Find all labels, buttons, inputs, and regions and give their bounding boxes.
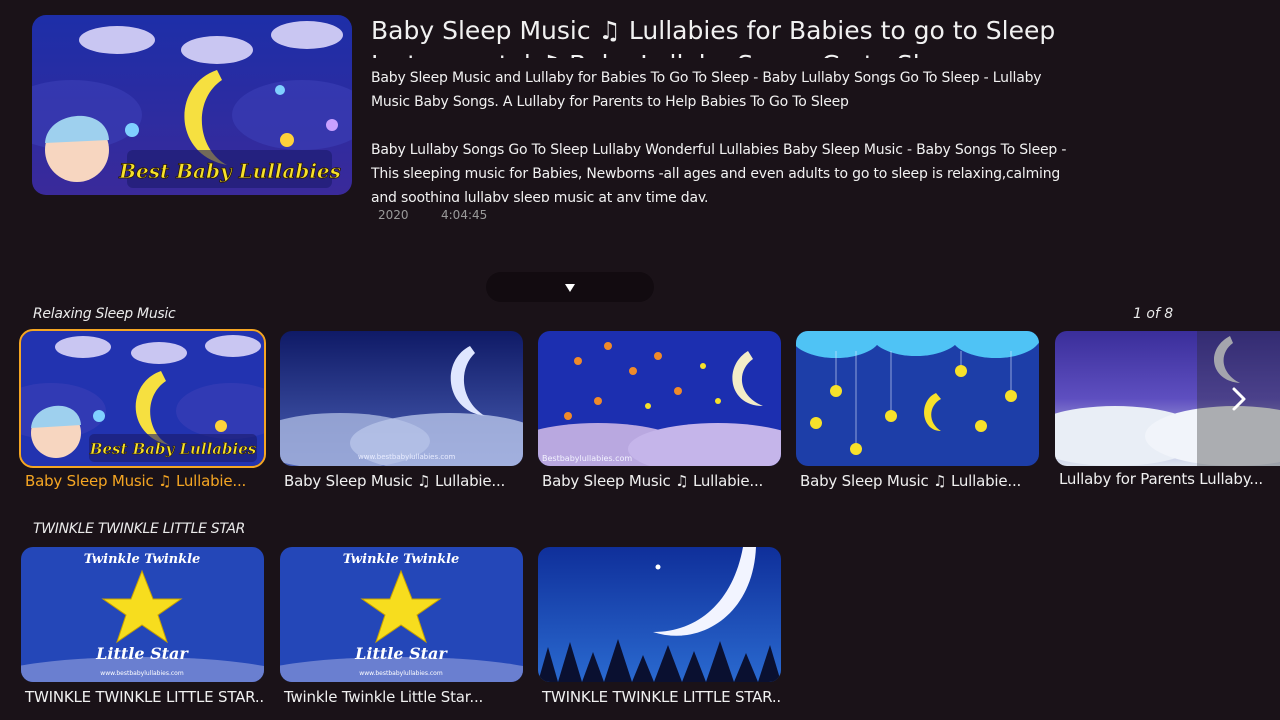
video-title: Twinkle Twinkle Little Star... <box>284 688 484 706</box>
video-card[interactable]: Baby Sleep Music ♫ Lullabie... <box>796 331 1039 490</box>
video-title: Baby Sleep Music ♫ Lullabie... <box>542 472 764 490</box>
hero-year: 2020 <box>378 208 409 222</box>
video-card[interactable]: Twinkle Twinkle Little Star www.bestbaby… <box>21 547 264 706</box>
hero-thumbnail[interactable]: Best Baby Lullabies <box>32 15 352 195</box>
thumb-title-bottom: Little Star <box>95 644 189 663</box>
thumb-watermark: www.bestbabylullabies.com <box>358 453 455 461</box>
thumb-title-top: Twinkle Twinkle <box>343 552 460 567</box>
video-title: Lullaby for Parents Lullaby... <box>1059 470 1263 488</box>
video-thumbnail: Twinkle Twinkle Little Star www.bestbaby… <box>21 547 264 682</box>
thumb-title-top: Twinkle Twinkle <box>84 552 201 567</box>
hero-description: Baby Sleep Music and Lullaby for Babies … <box>371 70 1067 202</box>
video-title: Baby Sleep Music ♫ Lullabie... <box>25 472 247 490</box>
thumb-title-bottom: Little Star <box>354 644 448 663</box>
video-title: TWINKLE TWINKLE LITTLE STAR... <box>25 688 264 706</box>
thumb-watermark: Bestbabylullabies.com <box>542 454 632 463</box>
triangle-down-icon <box>565 284 575 292</box>
video-card[interactable]: www.bestbabylullabies.com Baby Sleep Mus… <box>280 331 523 490</box>
hero-thumb-logo: Best Baby Lullabies <box>118 159 341 183</box>
video-title: TWINKLE TWINKLE LITTLE STAR... <box>542 688 781 706</box>
expand-description-button[interactable] <box>486 272 654 302</box>
video-title: Baby Sleep Music ♫ Lullabie... <box>284 472 506 490</box>
video-card[interactable]: Bestbabylullabies.com Baby Sleep Music ♫… <box>538 331 781 490</box>
video-thumbnail: Bestbabylullabies.com <box>538 331 781 466</box>
thumb-watermark: www.bestbabylullabies.com <box>100 670 184 677</box>
row-title-twinkle: TWINKLE TWINKLE LITTLE STAR <box>33 521 246 537</box>
row-next-button[interactable] <box>1197 331 1280 466</box>
hero-duration: 4:04:45 <box>441 208 488 222</box>
video-thumbnail <box>796 331 1039 466</box>
chevron-right-icon <box>1232 387 1245 410</box>
row-title-relaxing: Relaxing Sleep Music <box>33 306 176 322</box>
hero-title: Baby Sleep Music ♫ Lullabies for Babies … <box>371 16 1056 58</box>
thumb-watermark: www.bestbabylullabies.com <box>359 670 443 677</box>
card-thumb-logo: Best Baby Lullabies <box>89 440 257 458</box>
video-thumbnail <box>538 547 781 682</box>
video-card[interactable]: TWINKLE TWINKLE LITTLE STAR... <box>538 547 781 706</box>
video-thumbnail: Best Baby Lullabies <box>19 329 266 468</box>
video-title: Baby Sleep Music ♫ Lullabie... <box>800 472 1022 490</box>
row-page-counter: 1 of 8 <box>1133 306 1174 322</box>
video-card[interactable]: Best Baby Lullabies Baby Sleep Music ♫ L… <box>19 329 266 490</box>
video-card[interactable]: Twinkle Twinkle Little Star www.bestbaby… <box>280 547 523 706</box>
video-thumbnail: Twinkle Twinkle Little Star www.bestbaby… <box>280 547 523 682</box>
video-thumbnail: www.bestbabylullabies.com <box>280 331 523 466</box>
